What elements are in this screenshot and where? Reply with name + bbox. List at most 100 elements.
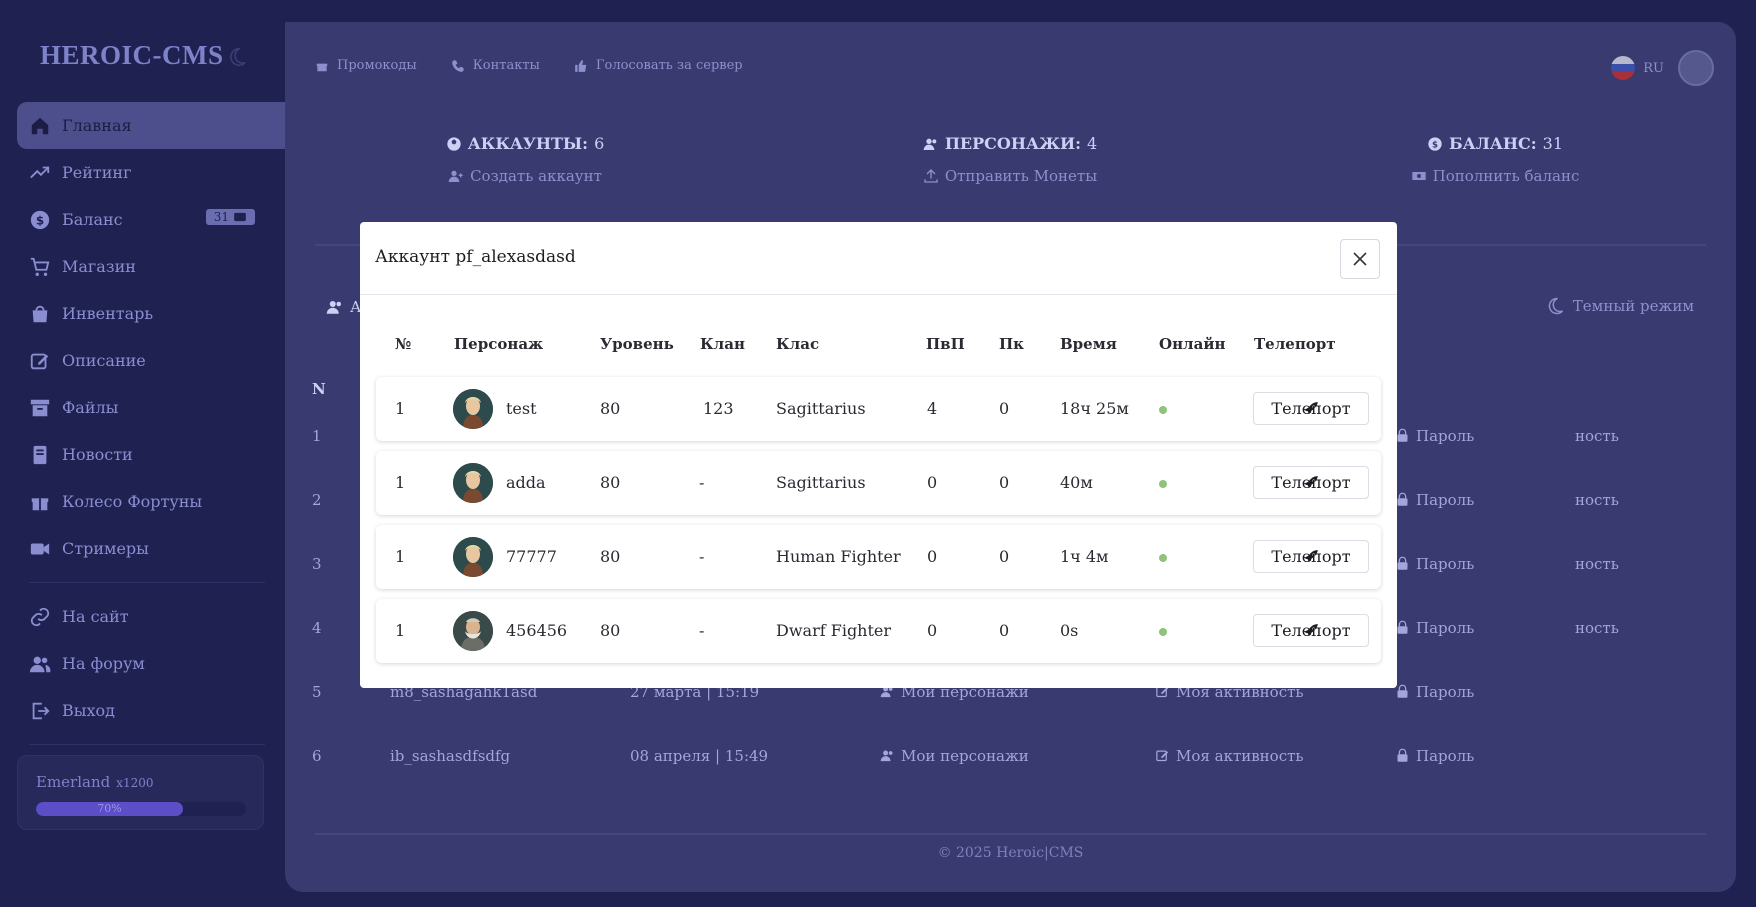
gift-icon <box>31 497 49 510</box>
sidebar-item-description[interactable]: Описание <box>17 337 285 384</box>
language-selector[interactable]: RU <box>1611 56 1664 80</box>
sidebar-item-forum[interactable]: На форум <box>17 640 285 687</box>
sidebar: HEROIC-CMS Главная Рейтинг $ Баланс 31 М… <box>0 0 285 907</box>
character-pvp: 4 <box>927 399 938 418</box>
online-status-dot <box>1159 628 1167 636</box>
row-number: 1 <box>395 547 406 566</box>
teleport-button[interactable]: Телепорт <box>1253 540 1369 573</box>
character-name: adda <box>506 473 546 492</box>
dwarf-avatar-icon <box>453 611 493 651</box>
my-characters-link[interactable]: Мои персонажи <box>880 747 1029 765</box>
thumbs-up-icon <box>575 59 587 72</box>
sidebar-item-inventory[interactable]: Инвентарь <box>17 290 285 337</box>
moon-icon[interactable] <box>226 46 248 68</box>
phone-icon <box>451 59 464 72</box>
stat-value: 31 <box>1542 134 1563 153</box>
modal-close-button[interactable] <box>1340 239 1380 279</box>
dark-mode-toggle[interactable]: Темный режим <box>1545 296 1694 316</box>
sidebar-item-balance[interactable]: $ Баланс 31 <box>17 196 285 243</box>
sidebar-item-files[interactable]: Файлы <box>17 384 285 431</box>
character-pk: 0 <box>999 399 1010 418</box>
sidebar-item-label: Описание <box>62 351 146 370</box>
sidebar-item-site[interactable]: На сайт <box>17 593 285 640</box>
topbar-promocodes[interactable]: Промокоды <box>315 58 417 73</box>
sidebar-item-label: Магазин <box>62 257 136 276</box>
character-avatar <box>453 611 493 651</box>
dollar-icon: $ <box>1428 136 1442 151</box>
table-row: 6 ib_sashasdfsdfg 08 апреля | 15:49 Мои … <box>285 747 1676 767</box>
sidebar-item-rating[interactable]: Рейтинг <box>17 149 285 196</box>
teleport-button[interactable]: Телепорт <box>1253 466 1369 499</box>
password-link[interactable]: Пароль <box>1395 491 1474 509</box>
edit-icon <box>1156 750 1169 762</box>
topbar-vote[interactable]: Голосовать за сервер <box>574 58 743 73</box>
elf-avatar-icon <box>453 463 493 503</box>
server-progress-bar: 70% <box>36 802 246 816</box>
logout-icon <box>32 702 50 719</box>
server-progress-fill: 70% <box>36 802 183 816</box>
topbar-contacts[interactable]: Контакты <box>451 58 540 73</box>
wallet-icon <box>234 212 246 222</box>
password-link[interactable]: Пароль <box>1395 427 1474 445</box>
balance-badge-value: 31 <box>213 210 229 224</box>
topbar-link-label: Контакты <box>472 58 540 73</box>
teleport-button[interactable]: Телепорт <box>1253 392 1369 425</box>
stat-balance: $ БАЛАНС: 31 Пополнить баланс <box>1285 134 1705 185</box>
sidebar-item-streamers[interactable]: Стримеры <box>17 525 285 572</box>
activity-link[interactable]: ность <box>1575 555 1619 573</box>
password-link[interactable]: Пароль <box>1395 747 1474 765</box>
edit-icon <box>30 353 49 369</box>
users-icon <box>923 138 937 150</box>
activity-link[interactable]: ность <box>1575 427 1619 445</box>
activity-link[interactable]: ность <box>1575 619 1619 637</box>
user-avatar[interactable] <box>1678 50 1714 86</box>
sidebar-item-label: На форум <box>62 654 145 673</box>
table-divider <box>315 833 1706 835</box>
sidebar-item-label: Файлы <box>62 398 119 417</box>
password-link[interactable]: Пароль <box>1395 555 1474 573</box>
online-status-dot <box>1159 554 1167 562</box>
sidebar-item-fortune-wheel[interactable]: Колесо Фортуны <box>17 478 285 525</box>
column-header: Уровень <box>600 335 674 353</box>
moon-icon <box>1548 297 1563 315</box>
stat-title: $ БАЛАНС: 31 <box>1285 134 1705 153</box>
lock-icon <box>1397 492 1408 506</box>
sidebar-item-home[interactable]: Главная <box>17 102 285 149</box>
character-time: 18ч 25м <box>1060 399 1129 418</box>
row-number: 3 <box>312 555 322 573</box>
row-number: 1 <box>395 621 406 640</box>
password-link[interactable]: Пароль <box>1395 619 1474 637</box>
character-time: 40м <box>1060 473 1093 492</box>
send-coins-link[interactable]: Отправить Монеты <box>800 167 1220 185</box>
server-rate: x1200 <box>116 776 154 790</box>
character-avatar <box>453 463 493 503</box>
server-card[interactable]: Emerland x1200 70% <box>17 755 264 830</box>
footer: © 2025 Heroic|CMS <box>937 845 1084 861</box>
character-name: 456456 <box>506 621 568 640</box>
column-header: Клан <box>700 335 745 353</box>
sidebar-divider <box>29 582 265 583</box>
stat-link-label: Пополнить баланс <box>1432 167 1580 185</box>
column-header: Пк <box>999 335 1024 353</box>
teleport-button[interactable]: Телепорт <box>1253 614 1369 647</box>
column-header: Онлайн <box>1159 335 1226 353</box>
activity-link[interactable]: Моя активность <box>1155 747 1304 765</box>
activity-link[interactable]: ность <box>1575 491 1619 509</box>
cart-icon <box>30 257 50 276</box>
modal-header: Аккаунт pf_alexasdasd <box>360 222 1397 295</box>
sidebar-item-news[interactable]: Новости <box>17 431 285 478</box>
password-label: Пароль <box>1416 491 1475 509</box>
password-label: Пароль <box>1416 555 1475 573</box>
logo[interactable]: HEROIC-CMS <box>40 40 224 71</box>
character-level: 80 <box>600 621 621 640</box>
sidebar-item-shop[interactable]: Магазин <box>17 243 285 290</box>
row-number: 2 <box>312 491 322 509</box>
create-account-link[interactable]: Создать аккаунт <box>315 167 735 185</box>
teleport-label: Телепорт <box>1271 399 1351 418</box>
password-link[interactable]: Пароль <box>1395 683 1474 701</box>
character-level: 80 <box>600 399 621 418</box>
sidebar-item-label: Инвентарь <box>62 304 154 323</box>
top-up-balance-link[interactable]: Пополнить баланс <box>1285 167 1705 185</box>
sidebar-item-logout[interactable]: Выход <box>17 687 285 734</box>
character-pk: 0 <box>999 621 1010 640</box>
